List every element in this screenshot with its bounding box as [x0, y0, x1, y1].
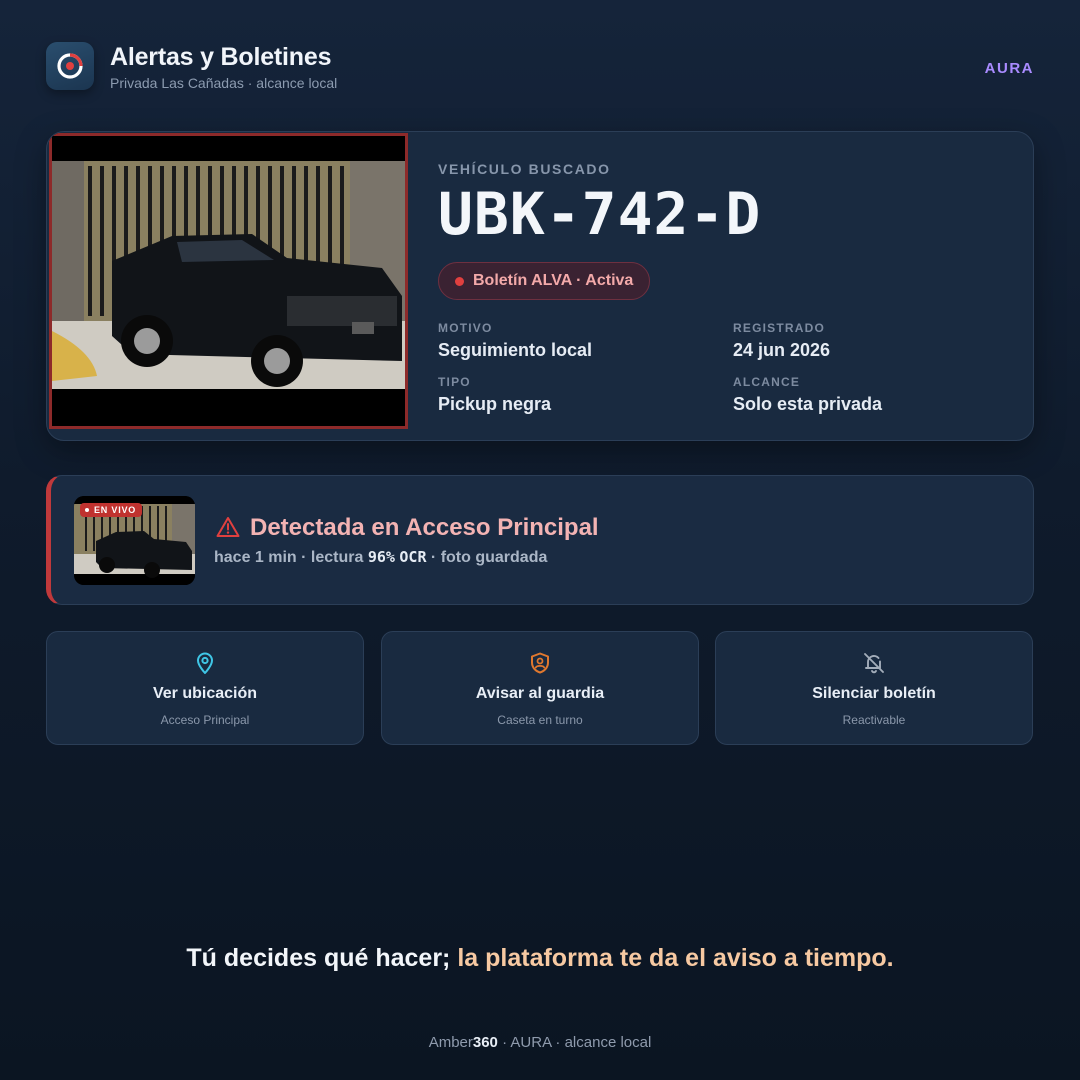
- field-value: Pickup negra: [438, 394, 552, 414]
- field-label: TIPO: [438, 375, 471, 389]
- action-subtitle: Acceso Principal: [160, 713, 250, 727]
- wanted-vehicle-label: VEHÍCULO BUSCADO: [438, 161, 611, 177]
- field-alcance: ALCANCE Solo esta privada: [733, 375, 882, 415]
- tagline-part-2: la plataforma te da el aviso a tiempo.: [457, 944, 894, 972]
- mute-bulletin-button[interactable]: Silenciar boletín Reactivable: [715, 631, 1033, 745]
- black-pickup-truck-photo: [52, 136, 405, 426]
- bulletin-status-badge: Boletín ALVA · Activa: [438, 262, 651, 300]
- footer-rest: · AURA · alcance local: [497, 1034, 652, 1051]
- warning-triangle-icon: [216, 517, 240, 537]
- field-label: ALCANCE: [733, 375, 801, 389]
- action-subtitle: Reactivable: [842, 713, 906, 727]
- detection-meta: hace 1 min · lectura 96% OCR · foto guar…: [214, 548, 547, 567]
- field-value: Solo esta privada: [733, 394, 883, 414]
- field-label: REGISTRADO: [733, 321, 826, 335]
- aura-badge: AURA: [984, 60, 1034, 77]
- status-dot-icon: [455, 277, 464, 286]
- live-camera-thumbnail[interactable]: EN VIVO: [74, 496, 195, 585]
- live-badge: EN VIVO: [80, 503, 143, 517]
- detection-meta-prefix: hace 1 min · lectura: [214, 549, 368, 566]
- detection-title: Detectada en Acceso Principal: [250, 514, 599, 541]
- ocr-label: OCR: [399, 548, 427, 566]
- shield-user-icon: [531, 652, 549, 674]
- license-plate: UBK-742-D: [438, 180, 762, 248]
- app-subtitle: Privada Las Cañadas · alcance local: [110, 75, 338, 91]
- detection-alert-card[interactable]: EN VIVO Detectada en Acceso Principal ha…: [46, 475, 1034, 605]
- action-title: Ver ubicación: [152, 685, 258, 702]
- vehicle-photo[interactable]: [49, 133, 408, 429]
- action-title: Avisar al guardia: [475, 685, 605, 702]
- map-pin-icon: [197, 652, 213, 674]
- field-value: 24 jun 2026: [733, 340, 831, 360]
- field-tipo: TIPO Pickup negra: [438, 375, 551, 415]
- notify-guard-button[interactable]: Avisar al guardia Caseta en turno: [381, 631, 699, 745]
- field-label: MOTIVO: [438, 321, 493, 335]
- vehicle-info: VEHÍCULO BUSCADO UBK-742-D Boletín ALVA …: [438, 132, 1003, 440]
- footer-brand-prefix: Amber: [428, 1034, 473, 1051]
- detection-meta-suffix: · foto guardada: [426, 549, 548, 566]
- bulletin-status-text: Boletín ALVA · Activa: [473, 272, 634, 289]
- action-subtitle: Caseta en turno: [497, 713, 583, 727]
- footer-brand-number: 360: [472, 1034, 498, 1051]
- footer: Amber360 · AURA · alcance local: [0, 1034, 1080, 1051]
- field-value: Seguimiento local: [438, 340, 593, 360]
- confidence-value: 96%: [367, 548, 395, 566]
- gauge-ring-icon: [57, 53, 83, 79]
- app-header: Alertas y Boletines Privada Las Cañadas …: [46, 42, 1034, 92]
- tagline: Tú decides qué hacer; la plataforma te d…: [0, 944, 1080, 973]
- field-registrado: REGISTRADO 24 jun 2026: [733, 321, 830, 361]
- action-title: Silenciar boletín: [812, 685, 936, 702]
- tagline-part-1: Tú decides qué hacer;: [186, 944, 458, 972]
- view-location-button[interactable]: Ver ubicación Acceso Principal: [46, 631, 364, 745]
- wanted-vehicle-card: VEHÍCULO BUSCADO UBK-742-D Boletín ALVA …: [46, 131, 1034, 441]
- app-logo: [46, 42, 94, 90]
- bell-off-icon: [864, 653, 884, 674]
- app-title: Alertas y Boletines: [110, 43, 332, 71]
- field-motivo: MOTIVO Seguimiento local: [438, 321, 592, 361]
